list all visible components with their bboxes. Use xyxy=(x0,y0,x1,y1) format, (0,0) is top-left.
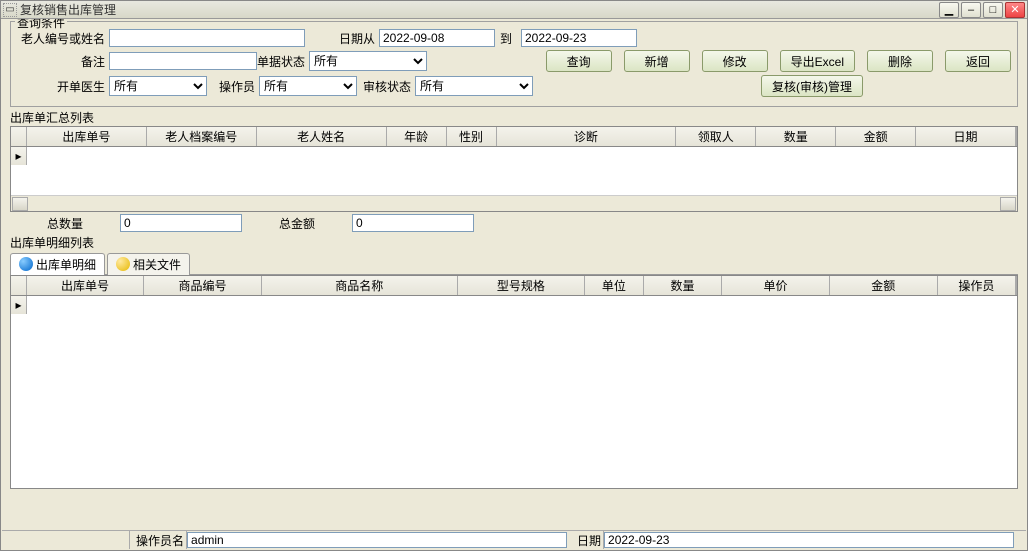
summary-list-title: 出库单汇总列表 xyxy=(10,109,1026,126)
edit-button[interactable]: 修改 xyxy=(702,50,768,72)
column-header-spacer xyxy=(1016,276,1017,295)
detail-tabs: 出库单明细 相关文件 xyxy=(10,253,1018,275)
remark-label: 备注 xyxy=(17,53,109,70)
date-to-label: 到 xyxy=(495,30,521,47)
delete-button[interactable]: 删除 xyxy=(867,50,933,72)
doctor-label: 开单医生 xyxy=(17,78,109,95)
scroll-left-button[interactable] xyxy=(12,197,28,211)
summary-grid-hscroll[interactable] xyxy=(11,195,1017,211)
operator-select[interactable]: 所有 xyxy=(259,76,357,96)
total-amount-label: 总金额 xyxy=(242,215,352,232)
column-header-spacer xyxy=(1016,127,1017,146)
app-icon: ▭ xyxy=(3,3,17,17)
doctor-select[interactable]: 所有 xyxy=(109,76,207,96)
column-header[interactable]: 单价 xyxy=(722,276,830,295)
column-header[interactable]: 商品编号 xyxy=(144,276,262,295)
date-from-label: 日期从 xyxy=(319,30,379,47)
detail-grid-header: 出库单号商品编号商品名称型号规格单位数量单价金额操作员 xyxy=(11,276,1017,296)
maximize-button[interactable]: □ xyxy=(983,2,1003,18)
window-title: 复核销售出库管理 xyxy=(20,1,939,18)
new-button[interactable]: 新增 xyxy=(624,50,690,72)
column-header[interactable]: 单位 xyxy=(585,276,644,295)
status-operator-label: 操作员名 xyxy=(130,531,187,549)
column-header[interactable]: 年龄 xyxy=(387,127,447,146)
audit-status-label: 审核状态 xyxy=(357,78,415,95)
detail-grid: 出库单号商品编号商品名称型号规格单位数量单价金额操作员 ▸ xyxy=(10,275,1018,489)
date-to-input[interactable] xyxy=(521,29,637,47)
tab-detail[interactable]: 出库单明细 xyxy=(10,253,105,275)
summary-grid: 出库单号老人档案编号老人姓名年龄性别诊断领取人数量金额日期 ▸ xyxy=(10,126,1018,212)
remark-input[interactable] xyxy=(109,52,257,70)
row-indicator: ▸ xyxy=(11,296,27,314)
export-button[interactable]: 导出Excel xyxy=(780,50,855,72)
main-area: 查询条件 老人编号或姓名 日期从 到 备注 单据状态 所有 查询 xyxy=(2,19,1026,530)
window-controls: ▁ – □ ✕ xyxy=(939,2,1025,18)
row-indicator: ▸ xyxy=(11,147,27,165)
status-operator-value xyxy=(187,532,567,548)
scroll-right-button[interactable] xyxy=(1000,197,1016,211)
column-header[interactable]: 老人姓名 xyxy=(257,127,387,146)
bill-status-select[interactable]: 所有 xyxy=(309,51,427,71)
minimize-button[interactable]: – xyxy=(961,2,981,18)
column-header[interactable]: 型号规格 xyxy=(458,276,585,295)
back-button[interactable]: 返回 xyxy=(945,50,1011,72)
window: ▭ 复核销售出库管理 ▁ – □ ✕ 查询条件 老人编号或姓名 日期从 到 xyxy=(0,0,1028,551)
column-header[interactable]: 金额 xyxy=(830,276,938,295)
status-date-label: 日期 xyxy=(571,531,604,549)
column-header[interactable]: 操作员 xyxy=(938,276,1016,295)
document-icon xyxy=(19,257,33,271)
folder-icon xyxy=(116,257,130,271)
column-header[interactable]: 日期 xyxy=(916,127,1016,146)
total-amount-value xyxy=(352,214,474,232)
tab-detail-label: 出库单明细 xyxy=(36,256,96,273)
search-button[interactable]: 查询 xyxy=(546,50,612,72)
column-header[interactable]: 性别 xyxy=(447,127,497,146)
column-header[interactable]: 出库单号 xyxy=(27,276,145,295)
content: 查询条件 老人编号或姓名 日期从 到 备注 单据状态 所有 查询 xyxy=(2,19,1026,549)
row-indicator-header xyxy=(11,276,27,295)
tab-files[interactable]: 相关文件 xyxy=(107,253,190,275)
bill-status-label: 单据状态 xyxy=(257,53,309,70)
statusbar: 操作员名 日期 xyxy=(2,530,1026,549)
titlebar: ▭ 复核销售出库管理 ▁ – □ ✕ xyxy=(1,1,1027,19)
total-qty-label: 总数量 xyxy=(10,215,120,232)
query-fieldset: 查询条件 老人编号或姓名 日期从 到 备注 单据状态 所有 查询 xyxy=(10,21,1018,107)
column-header[interactable]: 商品名称 xyxy=(262,276,458,295)
date-from-input[interactable] xyxy=(379,29,495,47)
close-button[interactable]: ✕ xyxy=(1005,2,1025,18)
total-qty-value xyxy=(120,214,242,232)
totals-row: 总数量 总金额 xyxy=(10,214,1018,232)
column-header[interactable]: 数量 xyxy=(756,127,836,146)
query-legend: 查询条件 xyxy=(15,19,67,31)
column-header[interactable]: 老人档案编号 xyxy=(147,127,257,146)
summary-grid-body[interactable]: ▸ xyxy=(11,147,1017,195)
status-date-value xyxy=(604,532,1014,548)
column-header[interactable]: 金额 xyxy=(836,127,916,146)
audit-status-select[interactable]: 所有 xyxy=(415,76,533,96)
column-header[interactable]: 出库单号 xyxy=(27,127,147,146)
detail-grid-body[interactable]: ▸ xyxy=(11,296,1017,488)
rollup-button[interactable]: ▁ xyxy=(939,2,959,18)
tab-files-label: 相关文件 xyxy=(133,256,181,273)
detail-list-title: 出库单明细列表 xyxy=(10,234,1026,251)
column-header[interactable]: 数量 xyxy=(644,276,722,295)
review-mgmt-button[interactable]: 复核(审核)管理 xyxy=(761,75,863,97)
row-indicator-header xyxy=(11,127,27,146)
column-header[interactable]: 领取人 xyxy=(676,127,756,146)
column-header[interactable]: 诊断 xyxy=(497,127,677,146)
elderly-input[interactable] xyxy=(109,29,305,47)
operator-label: 操作员 xyxy=(207,78,259,95)
summary-grid-header: 出库单号老人档案编号老人姓名年龄性别诊断领取人数量金额日期 xyxy=(11,127,1017,147)
elderly-label: 老人编号或姓名 xyxy=(17,30,109,47)
